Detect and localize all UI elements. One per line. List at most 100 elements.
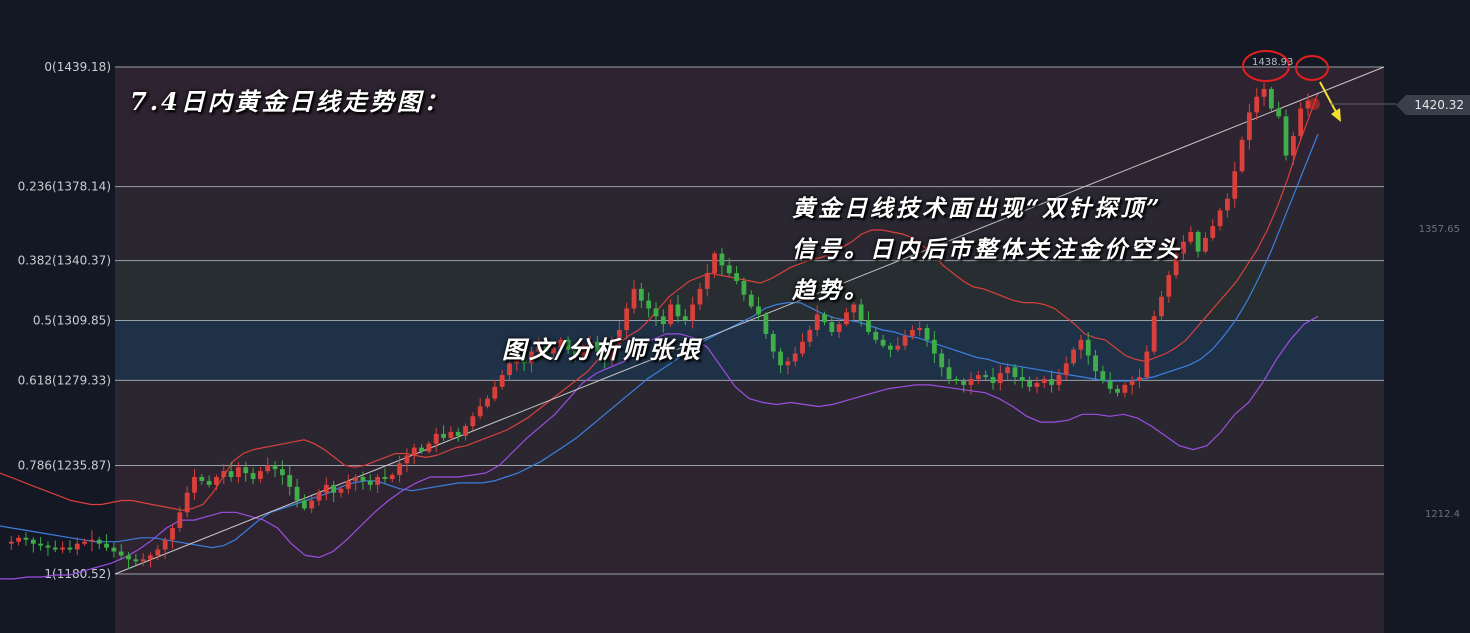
candle-body xyxy=(1268,88,1274,109)
candle-body xyxy=(997,373,1003,383)
analysis-note: 黄金日线技术面出现“双针探顶” 信号。日内后市整体关注金价空头 趋势。 xyxy=(792,188,1272,311)
candle-body xyxy=(961,380,967,385)
candle-body xyxy=(455,431,461,436)
price-glow-dot xyxy=(1308,98,1320,110)
candle-body xyxy=(258,471,263,479)
candle-body xyxy=(660,316,666,325)
candle-body xyxy=(118,551,124,556)
candle-body xyxy=(448,431,454,438)
candle-body xyxy=(1027,380,1033,387)
candle-body xyxy=(411,447,417,456)
candle-body xyxy=(287,475,293,487)
candle-body xyxy=(463,426,468,436)
candle-body xyxy=(192,477,197,493)
candle-body xyxy=(712,253,718,274)
analysis-note-line: 信号。日内后市整体关注金价空头 xyxy=(792,236,1182,263)
candle-body xyxy=(82,541,87,544)
candle-body xyxy=(631,288,637,309)
candle-body xyxy=(704,273,710,289)
candle-body xyxy=(880,339,886,346)
right-axis-label: 1212.4 xyxy=(1425,509,1460,520)
candle-body xyxy=(404,455,410,464)
candle-body xyxy=(778,351,783,366)
fib-zone-backgrounds xyxy=(115,67,1384,633)
candle-body xyxy=(104,543,109,548)
candle-body xyxy=(939,353,945,368)
candle-body xyxy=(770,333,776,352)
candle-body xyxy=(477,406,483,417)
candle-body xyxy=(785,361,791,366)
candle-body xyxy=(1239,139,1245,172)
candle-body xyxy=(888,345,893,350)
candle-body xyxy=(792,353,798,362)
candle-body xyxy=(155,549,161,556)
candle-body xyxy=(353,477,359,481)
candle-body xyxy=(272,465,278,470)
candle-body xyxy=(1063,363,1069,376)
candle-body xyxy=(1012,367,1018,378)
candle-body xyxy=(1049,379,1054,385)
candle-body xyxy=(1283,116,1289,156)
candle-body xyxy=(206,480,212,485)
candle-body xyxy=(243,467,249,474)
candle-body xyxy=(16,537,22,542)
candle-body xyxy=(433,433,439,444)
candle-body xyxy=(89,539,95,542)
candle-body xyxy=(470,416,476,427)
candle-body xyxy=(309,500,315,509)
candle-body xyxy=(111,547,117,552)
candle-body xyxy=(1100,371,1106,381)
candle-body xyxy=(638,288,644,301)
candle-body xyxy=(74,543,80,550)
candle-body xyxy=(902,335,908,346)
candle-body xyxy=(177,512,183,528)
candle-body xyxy=(866,320,871,332)
candle-body xyxy=(836,324,842,332)
candle-body xyxy=(140,559,146,562)
candle-body xyxy=(829,322,835,332)
candle-body xyxy=(968,379,974,385)
candle-body xyxy=(214,477,219,485)
candle-body xyxy=(726,265,732,274)
fib-zone xyxy=(115,574,1384,633)
candle-body xyxy=(375,477,381,485)
fib-label: 0(1439.18) xyxy=(44,60,111,74)
right-axis-label: 1357.65 xyxy=(1419,224,1460,235)
candle-body xyxy=(822,314,827,323)
candle-body xyxy=(279,469,285,476)
candle-body xyxy=(507,363,512,376)
author-credit: 图文/分析师张垠 xyxy=(502,335,703,364)
candle-body xyxy=(301,500,307,509)
candle-body xyxy=(946,367,952,380)
candle-body xyxy=(45,545,51,548)
candle-body xyxy=(1276,108,1282,117)
fib-label: 0.236(1378.14) xyxy=(18,180,111,194)
candle-body xyxy=(499,375,505,387)
candle-body xyxy=(1078,339,1084,350)
candle-body xyxy=(8,541,14,544)
candle-body xyxy=(133,559,139,562)
candle-body xyxy=(844,312,849,325)
candle-body xyxy=(910,330,915,336)
candle-body xyxy=(331,484,337,493)
candle-body xyxy=(294,486,300,501)
candle-body xyxy=(895,345,901,350)
candle-body xyxy=(1005,367,1011,374)
candle-body xyxy=(389,475,395,479)
candle-body xyxy=(1071,349,1076,364)
candle-body xyxy=(807,330,813,342)
candle-body xyxy=(682,316,688,321)
candle-body xyxy=(1085,339,1091,356)
candle-body xyxy=(382,477,388,479)
candle-body xyxy=(1151,316,1157,352)
candle-body xyxy=(690,304,696,321)
candle-body xyxy=(492,386,498,399)
analysis-note-line: 趋势。 xyxy=(792,277,870,304)
candle-body xyxy=(668,304,674,325)
candle-body xyxy=(983,375,989,378)
candle-body xyxy=(763,314,769,334)
candle-body xyxy=(1122,384,1128,393)
candle-body xyxy=(1129,380,1135,385)
candle-body xyxy=(338,488,344,493)
candle-body xyxy=(162,539,168,550)
